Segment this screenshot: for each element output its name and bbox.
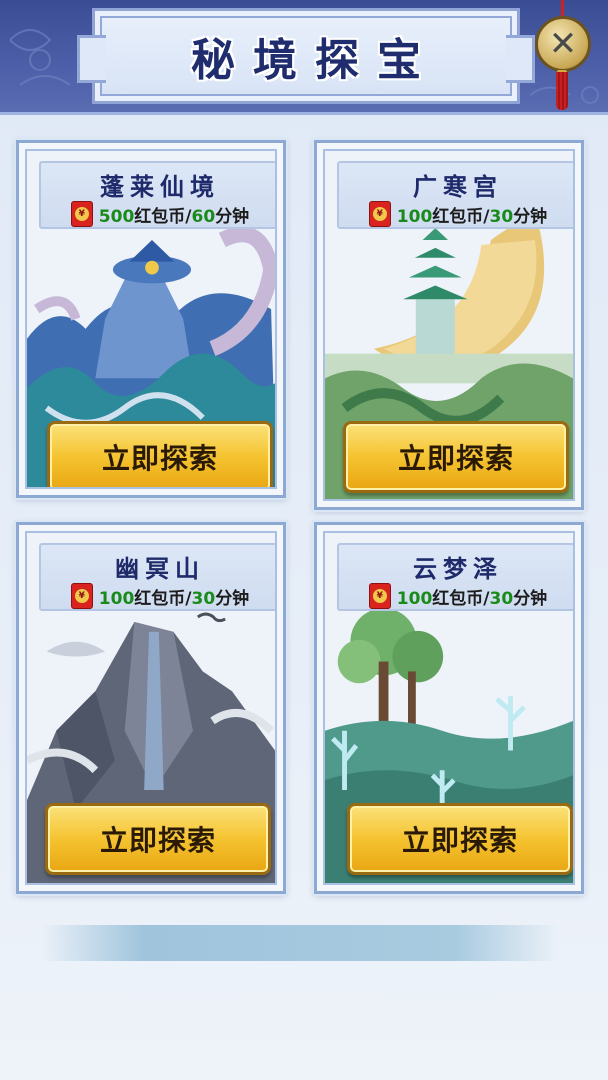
red-packet-icon: ¥: [368, 583, 391, 609]
card-guanghan[interactable]: 广寒宫 ¥ 100红包币/30分钟 立即探索: [314, 140, 584, 510]
card-title: 蓬莱仙境: [100, 172, 220, 201]
cost-label: ¥ 100红包币/30分钟: [339, 583, 573, 609]
cost-currency: 红包币/: [432, 588, 490, 609]
explore-button[interactable]: 立即探索: [47, 421, 273, 487]
card-frame: 蓬莱仙境 ¥ 500红包币/60分钟 立即探索: [25, 149, 277, 489]
page-title: 秘境探宝: [191, 35, 439, 86]
cost-label: ¥ 100红包币/30分钟: [41, 583, 275, 609]
red-packet-icon: ¥: [368, 201, 391, 227]
cost-amount: 100: [98, 588, 135, 609]
cost-amount: 100: [396, 206, 433, 227]
tassel-icon: [556, 72, 568, 110]
card-yunmeng[interactable]: 云梦泽 ¥ 100红包币/30分钟 立即探索: [314, 522, 584, 894]
card-penglai[interactable]: 蓬莱仙境 ¥ 500红包币/60分钟 立即探索: [16, 140, 286, 498]
close-button[interactable]: ✕: [535, 16, 591, 72]
cost-label: ¥ 500红包币/60分钟: [41, 201, 275, 227]
cost-amount: 500: [98, 206, 135, 227]
card-header: 广寒宫 ¥ 100红包币/30分钟: [337, 161, 573, 229]
cost-currency: 红包币/: [432, 206, 490, 227]
cost-unit: 分钟: [513, 588, 548, 609]
explore-button[interactable]: 立即探索: [347, 803, 573, 875]
red-packet-icon: ¥: [70, 201, 93, 227]
card-youming[interactable]: 幽冥山 ¥ 100红包币/30分钟 立即探索: [16, 522, 286, 894]
bottom-cloud-decoration: [40, 925, 560, 961]
red-packet-icon: ¥: [70, 583, 93, 609]
cost-unit: 分钟: [215, 588, 250, 609]
cost-unit: 分钟: [513, 206, 548, 227]
cost-minutes: 30: [489, 588, 514, 609]
cost-minutes: 30: [191, 588, 216, 609]
cost-unit: 分钟: [215, 206, 250, 227]
cost-minutes: 30: [489, 206, 514, 227]
card-header: 云梦泽 ¥ 100红包币/30分钟: [337, 543, 573, 611]
card-frame: 幽冥山 ¥ 100红包币/30分钟 立即探索: [25, 531, 277, 885]
close-icon: ✕: [548, 24, 578, 64]
card-frame: 云梦泽 ¥ 100红包币/30分钟 立即探索: [323, 531, 575, 885]
card-header: 幽冥山 ¥ 100红包币/30分钟: [39, 543, 275, 611]
cost-minutes: 60: [191, 206, 216, 227]
explore-button[interactable]: 立即探索: [343, 421, 569, 493]
cost-currency: 红包币/: [134, 206, 192, 227]
card-title: 幽冥山: [115, 554, 205, 583]
cost-currency: 红包币/: [134, 588, 192, 609]
cost-amount: 100: [396, 588, 433, 609]
cost-label: ¥ 100红包币/30分钟: [339, 201, 573, 227]
card-title: 广寒宫: [413, 172, 503, 201]
card-title: 云梦泽: [413, 554, 503, 583]
explore-button[interactable]: 立即探索: [45, 803, 271, 875]
title-plaque: 秘境探宝: [77, 8, 535, 104]
header-bar: 秘境探宝: [0, 0, 608, 115]
card-frame: 广寒宫 ¥ 100红包币/30分钟 立即探索: [323, 149, 575, 501]
card-header: 蓬莱仙境 ¥ 500红包币/60分钟: [39, 161, 275, 229]
